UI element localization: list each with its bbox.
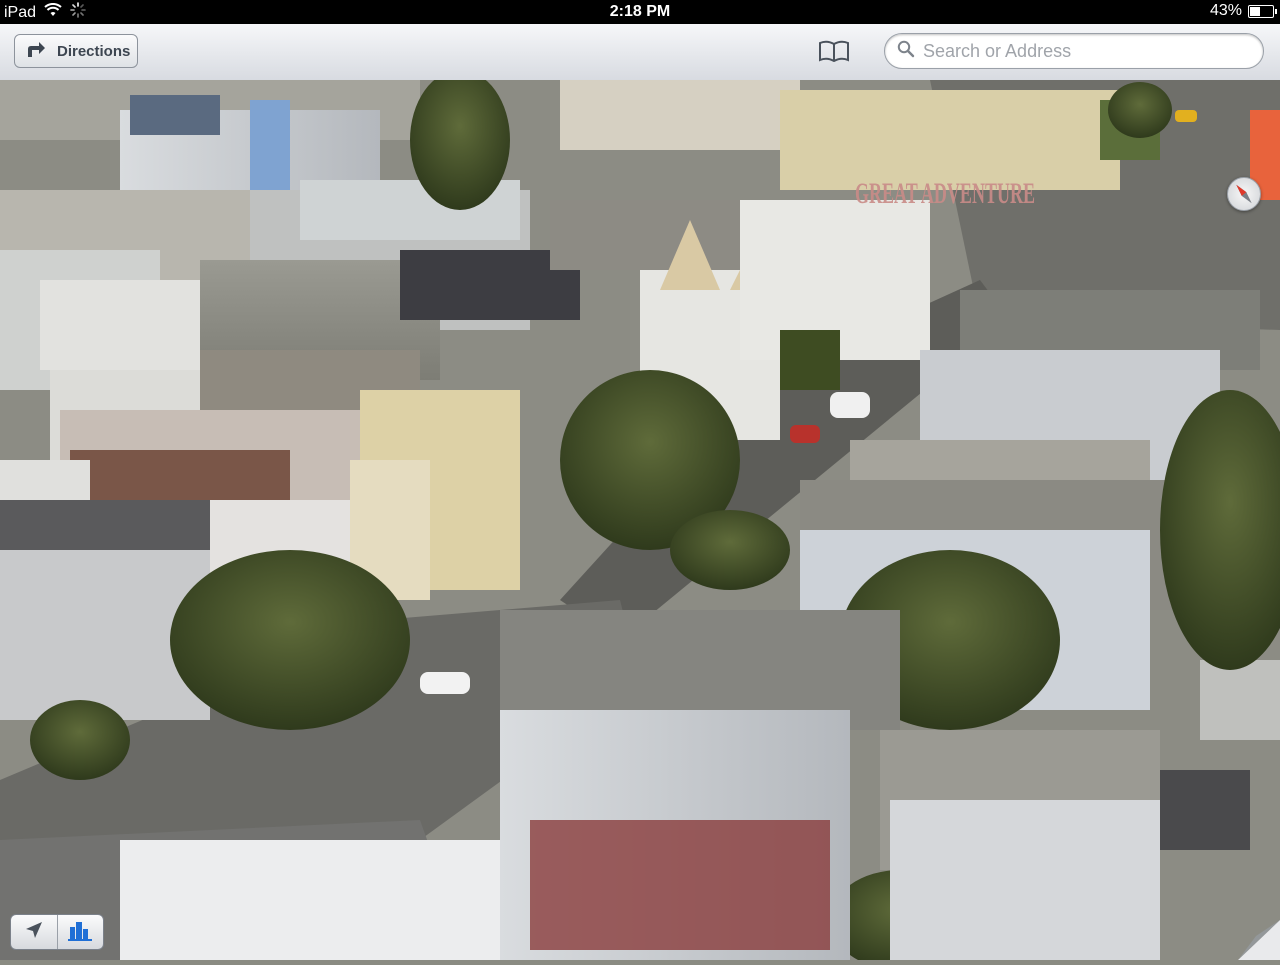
mural-great-adventure: GREAT ADVENTURE: [850, 168, 1040, 258]
search-input[interactable]: [921, 39, 1255, 63]
3d-buildings-button[interactable]: [56, 915, 104, 949]
directions-arrow-icon: [25, 40, 47, 62]
current-location-button[interactable]: [11, 915, 57, 949]
search-field[interactable]: [884, 33, 1264, 69]
maps-toolbar: Directions: [0, 24, 1280, 81]
battery-icon: [1248, 4, 1277, 18]
page-curl-button[interactable]: [1238, 920, 1280, 960]
map-view-3d[interactable]: GREAT ADVENTURE: [0, 80, 1280, 960]
flyover-imagery: [0, 80, 1280, 960]
status-bar: iPad 2:18 PM 43%: [0, 0, 1280, 24]
bookmarks-icon[interactable]: [818, 40, 850, 63]
directions-label: Directions: [57, 42, 131, 60]
compass-icon[interactable]: [1227, 177, 1261, 211]
clock: 2:18 PM: [609, 3, 671, 20]
directions-button[interactable]: Directions: [14, 34, 138, 68]
location-arrow-icon: [24, 920, 44, 945]
search-icon: [897, 40, 915, 63]
3d-buildings-icon: [67, 919, 93, 946]
battery-percent: 43%: [1209, 2, 1242, 19]
mural-text: GREAT ADVENTURE: [855, 177, 1035, 210]
map-mode-controls: [10, 914, 104, 950]
